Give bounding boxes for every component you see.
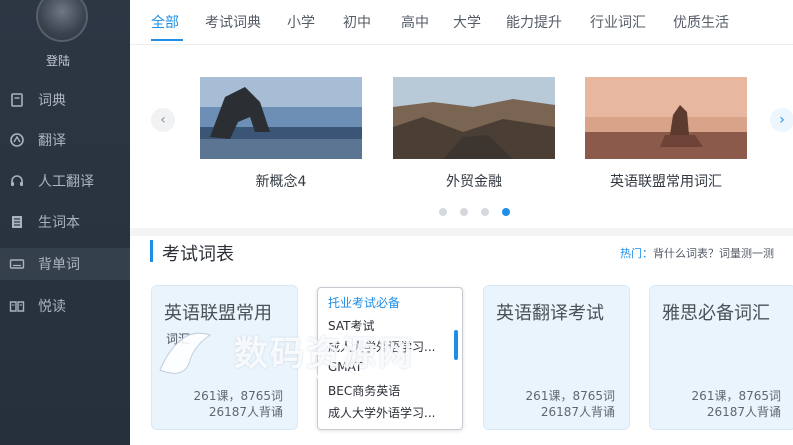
wordlist-card-title: 雅思必备词汇: [662, 303, 770, 324]
carousel-card-image[interactable]: [585, 77, 747, 159]
sidebar-item-label: 人工翻译: [38, 174, 94, 190]
carousel-prev-button[interactable]: ‹: [151, 108, 175, 132]
notebook-icon: [8, 213, 26, 231]
wordlist-card-title: 英语翻译考试: [496, 303, 604, 324]
wordlist-card-subtitle: 词汇: [166, 332, 191, 346]
tab-senior[interactable]: 高中: [401, 12, 429, 32]
chevron-right-icon: ›: [779, 112, 785, 128]
sidebar-item-label: 翻译: [38, 133, 66, 149]
book-icon: [8, 91, 26, 109]
wordlist-card-lessons: 261课，8765词: [193, 389, 283, 403]
section-divider: [130, 228, 793, 236]
section-accent-bar: [150, 240, 153, 262]
sidebar-item-label: 背单词: [38, 257, 80, 273]
chevron-left-icon: ‹: [160, 112, 166, 128]
translate-icon: [8, 131, 26, 149]
active-tab-indicator: [151, 39, 183, 41]
sidebar-item-memorize[interactable]: 背单词: [0, 248, 130, 280]
section-title: 考试词表: [162, 244, 234, 265]
wordlist-card-learners: 26187人背诵: [706, 405, 781, 419]
hot-separator: ：: [642, 247, 653, 260]
sidebar-item-label: 词典: [38, 93, 66, 109]
hot-link-text[interactable]: 背什么词表？词量测一测: [653, 247, 774, 260]
login-link[interactable]: 登陆: [0, 52, 116, 69]
category-tabs: 全部 考试词典 小学 初中 高中 大学 能力提升 行业词汇 优质生活: [130, 0, 793, 45]
sidebar-item-reading[interactable]: 悦读: [0, 290, 130, 322]
exam-dropdown-list[interactable]: 托业考试必备 SAT考试 成人大学外语学习... GMAT BEC商务英语 成人…: [317, 287, 463, 430]
canyon-image: [393, 77, 555, 159]
sidebar-item-human-translation[interactable]: 人工翻译: [0, 165, 130, 197]
tab-primary[interactable]: 小学: [287, 12, 315, 32]
sidebar-item-dictionary[interactable]: 词典: [0, 84, 130, 116]
dropdown-scrollbar[interactable]: [454, 330, 458, 360]
hot-links[interactable]: 热门：背什么词表？词量测一测: [620, 245, 774, 261]
sidebar-item-label: 悦读: [38, 299, 66, 315]
tab-exam-dictionary[interactable]: 考试词典: [205, 12, 261, 32]
carousel-card-label: 新概念4: [255, 174, 307, 190]
tab-university[interactable]: 大学: [453, 12, 481, 32]
main-content: 全部 考试词典 小学 初中 高中 大学 能力提升 行业词汇 优质生活 ‹ › 新…: [130, 0, 793, 445]
open-book-icon: [8, 297, 26, 315]
wordlist-card[interactable]: 英语联盟常用 词汇 261课，8765词 26187人背诵: [151, 285, 298, 430]
wordlist-card[interactable]: 雅思必备词汇 261课，8765词 26187人背诵: [649, 285, 793, 430]
dropdown-item[interactable]: BEC商务英语: [328, 382, 400, 399]
wordlist-card-learners: 26187人背诵: [208, 405, 283, 419]
headset-icon: [8, 172, 26, 190]
wordlist-card[interactable]: 英语翻译考试 261课，8765词 26187人背诵: [483, 285, 630, 430]
sea-rock-image: [200, 77, 362, 159]
carousel-card-label: 外贸金融: [446, 174, 502, 190]
carousel-card-image[interactable]: [200, 77, 362, 159]
dropdown-item[interactable]: SAT考试: [328, 317, 374, 334]
tab-industry[interactable]: 行业词汇: [590, 12, 646, 32]
sidebar-item-translate[interactable]: 翻译: [0, 124, 130, 156]
dropdown-item[interactable]: 成人大学外语学习...: [328, 338, 435, 355]
carousel-next-button[interactable]: ›: [770, 108, 793, 132]
dropdown-item[interactable]: GMAT: [328, 360, 362, 374]
tab-ability[interactable]: 能力提升: [506, 12, 562, 32]
tab-all[interactable]: 全部: [151, 12, 179, 32]
sidebar-item-wordbook[interactable]: 生词本: [0, 206, 130, 238]
carousel-card-label: 英语联盟常用词汇: [610, 174, 722, 190]
wordlist-card-lessons: 261课，8765词: [525, 389, 615, 403]
carousel-dot[interactable]: [481, 208, 489, 216]
tab-junior[interactable]: 初中: [343, 12, 371, 32]
dropdown-item-selected[interactable]: 托业考试必备: [328, 294, 400, 311]
sunset-rock-image: [585, 77, 747, 159]
tab-lifestyle[interactable]: 优质生活: [673, 12, 729, 32]
sidebar-item-label: 生词本: [38, 215, 80, 231]
wordlist-card-title: 英语联盟常用: [164, 303, 272, 324]
dropdown-item[interactable]: 成人大学外语学习...: [328, 404, 435, 421]
wordlist-card-lessons: 261课，8765词: [691, 389, 781, 403]
carousel-dot-active[interactable]: [502, 208, 510, 216]
carousel-dot[interactable]: [460, 208, 468, 216]
carousel-card-image[interactable]: [393, 77, 555, 159]
keyboard-icon: [8, 255, 26, 273]
wordlist-card-learners: 26187人背诵: [540, 405, 615, 419]
carousel-dot[interactable]: [439, 208, 447, 216]
hot-label: 热门: [620, 247, 642, 260]
sidebar: 登陆 词典 翻译 人工翻译 生词本 背单词 悦读: [0, 0, 130, 445]
avatar[interactable]: [36, 0, 88, 42]
